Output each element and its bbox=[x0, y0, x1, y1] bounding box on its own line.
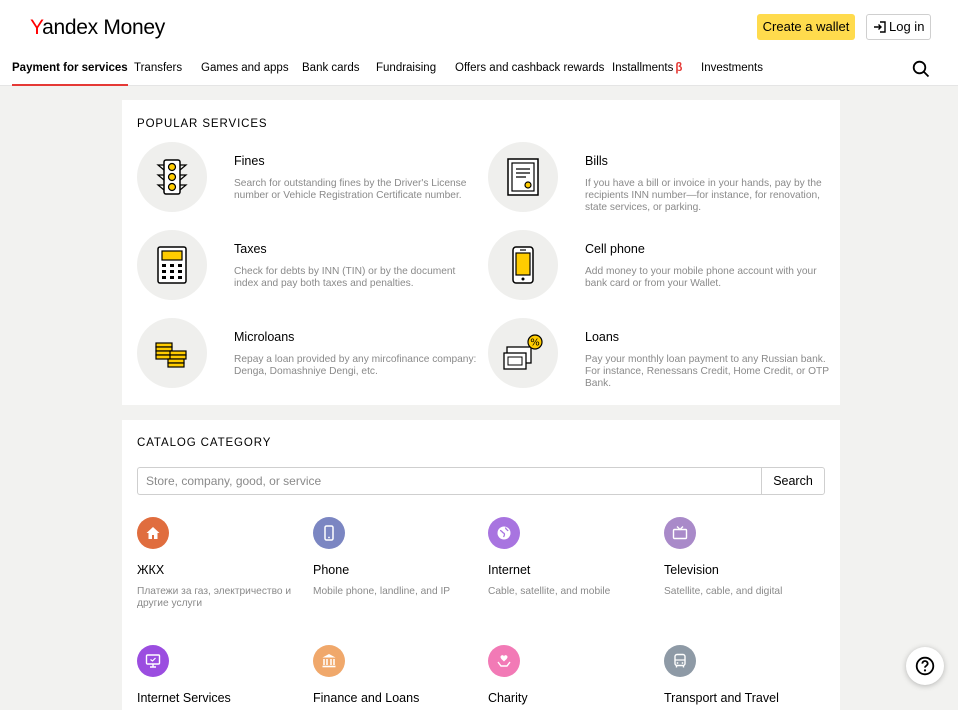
nav-offers-and-cashback[interactable]: Offers and cashback rewards bbox=[455, 62, 604, 86]
bus-icon bbox=[674, 653, 686, 668]
popular-services-title: POPULAR SERVICES bbox=[137, 118, 268, 130]
beta-badge: β bbox=[675, 62, 683, 74]
nav-bank-cards[interactable]: Bank cards bbox=[302, 62, 360, 86]
login-icon bbox=[874, 21, 886, 33]
bill-icon bbox=[507, 158, 539, 196]
mobile-icon bbox=[324, 525, 334, 541]
nav-payment-for-services[interactable]: Payment for services bbox=[12, 62, 128, 86]
nav-installments[interactable]: Installments β bbox=[612, 62, 682, 86]
nav-transfers[interactable]: Transfers bbox=[134, 62, 182, 86]
log-in-button[interactable]: Log in bbox=[866, 14, 931, 40]
catalog-category-card: CATALOG CATEGORY bbox=[122, 420, 840, 710]
house-icon bbox=[146, 527, 160, 539]
phone-icon bbox=[512, 246, 534, 284]
bank-icon bbox=[322, 654, 336, 668]
tv-icon bbox=[672, 526, 688, 540]
catalog-search-button[interactable]: Search bbox=[761, 467, 825, 495]
nav-games-and-apps[interactable]: Games and apps bbox=[201, 62, 289, 86]
search-icon[interactable] bbox=[912, 60, 930, 78]
coins-icon bbox=[155, 342, 187, 368]
globe-icon bbox=[497, 526, 511, 540]
svg-text:%: % bbox=[530, 338, 540, 349]
traffic-light-icon bbox=[156, 159, 188, 195]
create-wallet-button[interactable]: Create a wallet bbox=[757, 14, 855, 40]
popular-services-card: POPULAR SERVICES Fines Search for outsta… bbox=[122, 100, 840, 405]
question-icon bbox=[915, 656, 935, 676]
catalog-category-title: CATALOG CATEGORY bbox=[137, 437, 272, 449]
calculator-icon bbox=[157, 246, 187, 284]
help-button[interactable] bbox=[906, 647, 944, 685]
catalog-search-input[interactable]: Store, company, good, or service bbox=[137, 467, 762, 495]
heart-hand-icon bbox=[497, 655, 511, 667]
nav-fundraising[interactable]: Fundraising bbox=[376, 62, 436, 86]
loan-percent-icon: % bbox=[503, 334, 543, 370]
nav-investments[interactable]: Investments bbox=[701, 62, 763, 86]
header: Yandex Money Create a wallet Log in Paym… bbox=[0, 0, 958, 86]
yandex-money-logo[interactable]: Yandex Money bbox=[30, 16, 165, 40]
monitor-icon bbox=[145, 654, 161, 668]
